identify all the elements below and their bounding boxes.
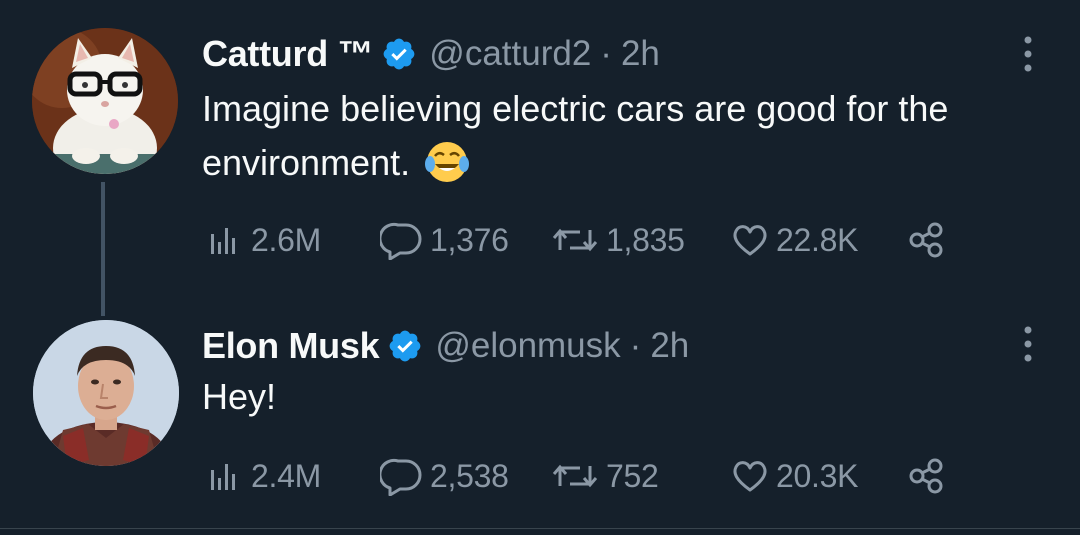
share-button[interactable] bbox=[907, 456, 953, 496]
retweet-button[interactable]: 752 bbox=[550, 456, 659, 496]
views-count: 2.4M bbox=[251, 457, 321, 494]
share-icon bbox=[909, 222, 943, 258]
display-name[interactable]: Catturd ™ bbox=[202, 33, 374, 75]
views-button[interactable]: 2.6M bbox=[205, 220, 321, 260]
display-name[interactable]: Elon Musk bbox=[202, 325, 380, 367]
timestamp[interactable]: 2h bbox=[650, 326, 689, 366]
share-button[interactable] bbox=[907, 220, 953, 260]
analytics-icon bbox=[211, 464, 235, 490]
verified-badge-icon bbox=[383, 38, 415, 70]
user-handle[interactable]: @elonmusk bbox=[435, 326, 620, 366]
reply-button[interactable]: 2,538 bbox=[380, 456, 509, 496]
retweet-icon bbox=[552, 464, 598, 488]
conversation-thread: Catturd ™ @catturd2 · 2h Imagine believi… bbox=[0, 0, 1080, 535]
reply-count: 2,538 bbox=[430, 457, 509, 494]
reply-button[interactable]: 1,376 bbox=[380, 220, 509, 260]
tweet-text: Imagine believing electric cars are good… bbox=[202, 82, 1022, 190]
avatar-catturd[interactable] bbox=[32, 28, 178, 174]
retweet-icon bbox=[552, 228, 598, 252]
like-count: 20.3K bbox=[776, 457, 859, 494]
views-button[interactable]: 2.4M bbox=[205, 456, 321, 496]
tweet-elonmusk[interactable]: Elon Musk @elonmusk · 2h Hey! 2.4M 2,538… bbox=[0, 290, 1080, 530]
tweet-catturd[interactable]: Catturd ™ @catturd2 · 2h Imagine believi… bbox=[0, 0, 1080, 290]
heart-icon bbox=[733, 461, 767, 492]
tweet-header: Catturd ™ @catturd2 · 2h bbox=[202, 33, 660, 75]
reply-count: 1,376 bbox=[430, 221, 509, 258]
heart-icon bbox=[733, 225, 767, 256]
retweet-count: 1,835 bbox=[606, 221, 685, 258]
tweet-body: Imagine believing electric cars are good… bbox=[202, 88, 949, 183]
separator-dot: · bbox=[629, 326, 642, 365]
tweet-text: Hey! bbox=[202, 370, 1022, 424]
like-button[interactable]: 20.3K bbox=[730, 456, 858, 496]
verified-badge-icon bbox=[389, 330, 421, 362]
retweet-count: 752 bbox=[606, 457, 659, 494]
views-count: 2.6M bbox=[251, 221, 321, 258]
reply-icon bbox=[380, 222, 422, 260]
share-icon bbox=[909, 458, 943, 494]
tweet-body: Hey! bbox=[202, 376, 277, 417]
like-button[interactable]: 22.8K bbox=[730, 220, 858, 260]
like-count: 22.8K bbox=[776, 221, 859, 258]
timestamp[interactable]: 2h bbox=[621, 34, 660, 74]
more-options-icon[interactable] bbox=[1018, 32, 1038, 76]
tweet-header: Elon Musk @elonmusk · 2h bbox=[202, 325, 689, 367]
separator-dot: · bbox=[600, 34, 612, 73]
user-handle[interactable]: @catturd2 bbox=[429, 34, 591, 74]
tweet-actions: 2.6M 1,376 1,835 22.8K bbox=[205, 220, 965, 260]
analytics-icon bbox=[211, 228, 235, 254]
more-options-icon[interactable] bbox=[1018, 322, 1038, 366]
reply-icon bbox=[380, 458, 422, 496]
retweet-button[interactable]: 1,835 bbox=[550, 220, 685, 260]
tears-of-joy-emoji-icon bbox=[424, 139, 470, 185]
avatar-elonmusk[interactable] bbox=[33, 320, 179, 466]
divider bbox=[0, 528, 1080, 529]
tweet-actions: 2.4M 2,538 752 20.3K bbox=[205, 456, 965, 496]
